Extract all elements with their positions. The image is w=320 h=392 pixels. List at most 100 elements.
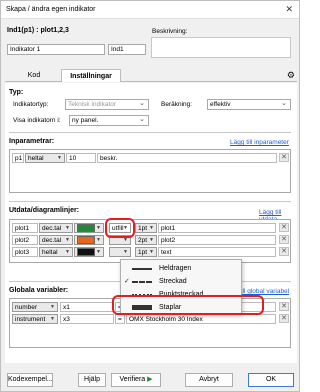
dropdown-arrow-icon: ▼ xyxy=(65,249,70,255)
param-desc-cell[interactable]: beskr. xyxy=(97,153,277,163)
solid-line-icon xyxy=(132,268,152,270)
params-grid: p1 heltal ▼ 10 beskr. ✕ xyxy=(9,149,291,193)
param-type-select[interactable]: heltal ▼ xyxy=(25,153,65,163)
dropdown-arrow-icon: ▼ xyxy=(149,249,154,255)
color-swatch xyxy=(77,248,95,256)
output-width-select[interactable]: 1pt ▼ xyxy=(135,247,157,257)
indicator-short-input[interactable]: Ind1 xyxy=(108,44,146,55)
indicator-type-select[interactable]: Teknisk indikator ⌄ xyxy=(65,99,149,110)
output-width-value: 2pt xyxy=(138,237,148,244)
window-title: Skapa / ändra egen indikator xyxy=(6,6,96,13)
global-type-value: instrument xyxy=(15,316,46,323)
chevron-down-icon: ⌄ xyxy=(139,100,145,107)
dropdown-arrow-icon: ▼ xyxy=(65,225,70,231)
dropdown-arrow-icon: ▼ xyxy=(50,316,55,322)
output-width-select[interactable]: 1pt ▼ xyxy=(135,223,157,233)
dropdown-arrow-icon: ▼ xyxy=(149,237,154,243)
tab-row: Kod Inställningar ⚙ xyxy=(5,69,297,82)
output-type-value: dec.tal xyxy=(42,225,62,232)
param-name-cell[interactable]: p1 xyxy=(12,153,24,163)
chevron-down-icon: ⌄ xyxy=(281,100,287,107)
dropdown-arrow-icon: ▼ xyxy=(96,225,101,231)
play-icon: ▶ xyxy=(147,376,153,383)
global-value-cell[interactable]: OMX Stockholm 30 Index xyxy=(126,314,276,324)
description-textarea[interactable] xyxy=(151,37,291,58)
divider xyxy=(9,132,291,133)
chevron-down-icon: ⌄ xyxy=(139,116,145,123)
outputs-grid: plot1 dec.tal ▼ ▼ utfill ▼ 1pt ▼ plot1 ✕ pl… xyxy=(9,219,291,263)
delete-global-icon[interactable]: ✕ xyxy=(279,302,289,311)
output-color-select[interactable]: ▼ xyxy=(74,247,104,257)
delete-param-icon[interactable]: ✕ xyxy=(279,153,289,162)
global-type-select[interactable]: instrument ▼ xyxy=(12,314,58,324)
output-color-select[interactable]: ▼ xyxy=(74,235,104,245)
help-button[interactable]: Hjälp xyxy=(78,373,106,387)
tab-settings[interactable]: Inställningar xyxy=(61,69,121,82)
show-in-value: ny panel. xyxy=(72,117,99,124)
add-param-link[interactable]: Lägg till inparameter xyxy=(230,139,289,146)
dropdown-arrow-icon: ▼ xyxy=(50,304,55,310)
title-bar: Skapa / ändra egen indikator ✕ xyxy=(1,1,299,19)
output-label-cell[interactable]: plot2 xyxy=(158,235,276,245)
cancel-button[interactable]: Avbryt xyxy=(185,373,233,387)
close-icon[interactable]: ✕ xyxy=(285,4,293,15)
menu-item-solid[interactable]: Heldragen xyxy=(121,262,241,275)
color-swatch xyxy=(77,236,95,244)
tab-code[interactable]: Kod xyxy=(9,69,59,82)
show-in-label: Visa indikatorn i: xyxy=(13,117,61,124)
dropdown-arrow-icon: ▼ xyxy=(149,225,154,231)
dashed-line-icon xyxy=(132,281,152,283)
global-type-value: number xyxy=(15,304,38,311)
output-name-cell[interactable]: plot3 xyxy=(12,247,38,257)
indicator-type-value: Teknisk indikator xyxy=(68,101,117,108)
description-label: Beskrivning: xyxy=(152,28,188,35)
output-label-cell[interactable]: plot1 xyxy=(158,223,276,233)
code-examples-button[interactable]: Kodexempel... xyxy=(7,373,53,387)
highlight-bars-option xyxy=(112,295,264,315)
globals-heading: Globala variabler: xyxy=(9,287,69,294)
calc-select[interactable]: effektiv ⌄ xyxy=(207,99,291,110)
output-type-select[interactable]: dec.tal ▼ xyxy=(39,223,73,233)
global-type-select[interactable]: number ▼ xyxy=(12,302,58,312)
param-type-value: heltal xyxy=(28,155,44,162)
color-swatch xyxy=(77,224,95,232)
outputs-heading: Utdata/diagramlinjer: xyxy=(9,207,80,214)
verify-button[interactable]: Verifiera ▶ xyxy=(111,373,161,387)
highlight-style-select xyxy=(105,218,135,238)
show-in-select[interactable]: ny panel. ⌄ xyxy=(69,115,149,126)
output-type-select[interactable]: heltal ▼ xyxy=(39,247,73,257)
indicator-heading: Ind1(p1) : plot1,2,3 xyxy=(7,27,69,34)
calc-value: effektiv xyxy=(210,101,231,108)
indicator-dialog: Skapa / ändra egen indikator ✕ Ind1(p1) … xyxy=(0,0,300,392)
output-name-cell[interactable]: plot1 xyxy=(12,223,38,233)
ok-button[interactable]: OK xyxy=(248,373,294,387)
param-value-cell[interactable]: 10 xyxy=(66,153,96,163)
output-style-select[interactable]: ▼ xyxy=(109,247,131,257)
output-type-select[interactable]: dec.tal ▼ xyxy=(39,235,73,245)
dropdown-arrow-icon: ▼ xyxy=(65,237,70,243)
divider xyxy=(9,201,291,202)
output-label-cell[interactable]: text xyxy=(158,247,276,257)
gear-icon[interactable]: ⚙ xyxy=(287,70,295,81)
check-icon: ✓ xyxy=(124,278,130,285)
delete-output-icon[interactable]: ✕ xyxy=(279,247,289,256)
dropdown-arrow-icon: ▼ xyxy=(96,237,101,243)
menu-item-label: Streckad xyxy=(159,278,187,285)
global-name-cell[interactable]: x1 xyxy=(60,302,114,312)
delete-output-icon[interactable]: ✕ xyxy=(279,223,289,232)
global-eq-cell: = xyxy=(115,314,125,324)
menu-item-dashed[interactable]: ✓ Streckad xyxy=(121,275,241,288)
dropdown-arrow-icon: ▼ xyxy=(57,155,62,161)
delete-global-icon[interactable]: ✕ xyxy=(279,314,289,323)
delete-output-icon[interactable]: ✕ xyxy=(279,235,289,244)
indicator-name-input[interactable]: Indikator 1 xyxy=(7,44,105,55)
dropdown-arrow-icon: ▼ xyxy=(96,249,101,255)
global-name-cell[interactable]: x3 xyxy=(60,314,114,324)
dropdown-arrow-icon: ▼ xyxy=(123,249,128,255)
verify-label: Verifiera xyxy=(119,376,146,383)
output-name-cell[interactable]: plot2 xyxy=(12,235,38,245)
output-color-select[interactable]: ▼ xyxy=(74,223,104,233)
type-heading: Typ: xyxy=(9,89,24,96)
indicator-type-label: Indikatortyp: xyxy=(13,101,49,108)
output-width-select[interactable]: 2pt ▼ xyxy=(135,235,157,245)
